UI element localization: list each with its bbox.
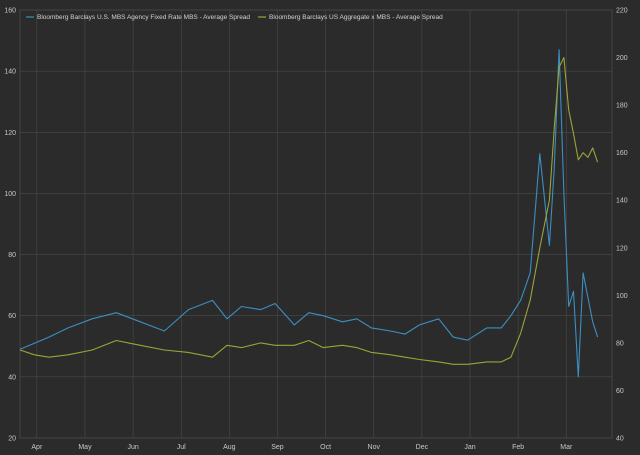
y-right-tick-label: 200	[616, 55, 628, 62]
series-line-1	[19, 49, 599, 378]
y-left-tick-label: 120	[4, 130, 16, 137]
x-tick-label: Dec	[416, 444, 429, 451]
series-lines	[19, 49, 599, 378]
y-left-tick-label: 60	[8, 313, 16, 320]
x-tick-label: Feb	[512, 444, 524, 451]
x-tick-label: Jun	[127, 444, 138, 451]
x-tick-label: Jul	[177, 444, 186, 451]
y-left-tick-label: 40	[8, 374, 16, 381]
line-chart: 20 40 60 80 100 120 140 160 40 60 80 100 120 140 160 18…	[4, 8, 628, 452]
plot-frame	[19, 9, 613, 439]
y-left-tick-label: 100	[4, 191, 16, 198]
y-right-tick-label: 220	[616, 8, 628, 15]
y-right-tick-label: 140	[616, 198, 628, 205]
legend-label-1: Bloomberg Barclays U.S. MBS Agency Fixed…	[37, 14, 250, 21]
legend-label-2: Bloomberg Barclays US Aggregate x MBS - …	[269, 14, 443, 21]
y-right-tick-label: 100	[616, 293, 628, 300]
x-tick-label: Apr	[31, 444, 43, 451]
x-tick-label: Mar	[560, 444, 573, 451]
x-tick-label: Jan	[464, 444, 475, 451]
grid	[19, 9, 613, 439]
y-right-tick-label: 80	[616, 340, 624, 347]
y-right-tick-label: 40	[616, 436, 624, 443]
x-tick-label: Sep	[271, 444, 284, 451]
y-right-tick-label: 160	[616, 150, 628, 157]
y-left-tick-label: 140	[4, 69, 16, 76]
x-tick-label: Nov	[368, 444, 381, 451]
legend: Bloomberg Barclays U.S. MBS Agency Fixed…	[26, 14, 443, 21]
y-left-tick-label: 20	[8, 436, 16, 443]
y-right-tick-label: 60	[616, 388, 624, 395]
y-left-tick-label: 160	[4, 8, 16, 15]
chart-container: 20 40 60 80 100 120 140 160 40 60 80 100 120 140 160 18…	[0, 0, 640, 455]
series-line-2	[19, 57, 599, 365]
x-tick-label: Oct	[320, 444, 331, 451]
y-right-tick-label: 120	[616, 245, 628, 252]
y-left-tick-label: 80	[8, 252, 16, 259]
x-tick-label: May	[78, 444, 92, 451]
x-tick-label: Aug	[223, 444, 236, 451]
y-right-tick-label: 180	[616, 103, 628, 110]
